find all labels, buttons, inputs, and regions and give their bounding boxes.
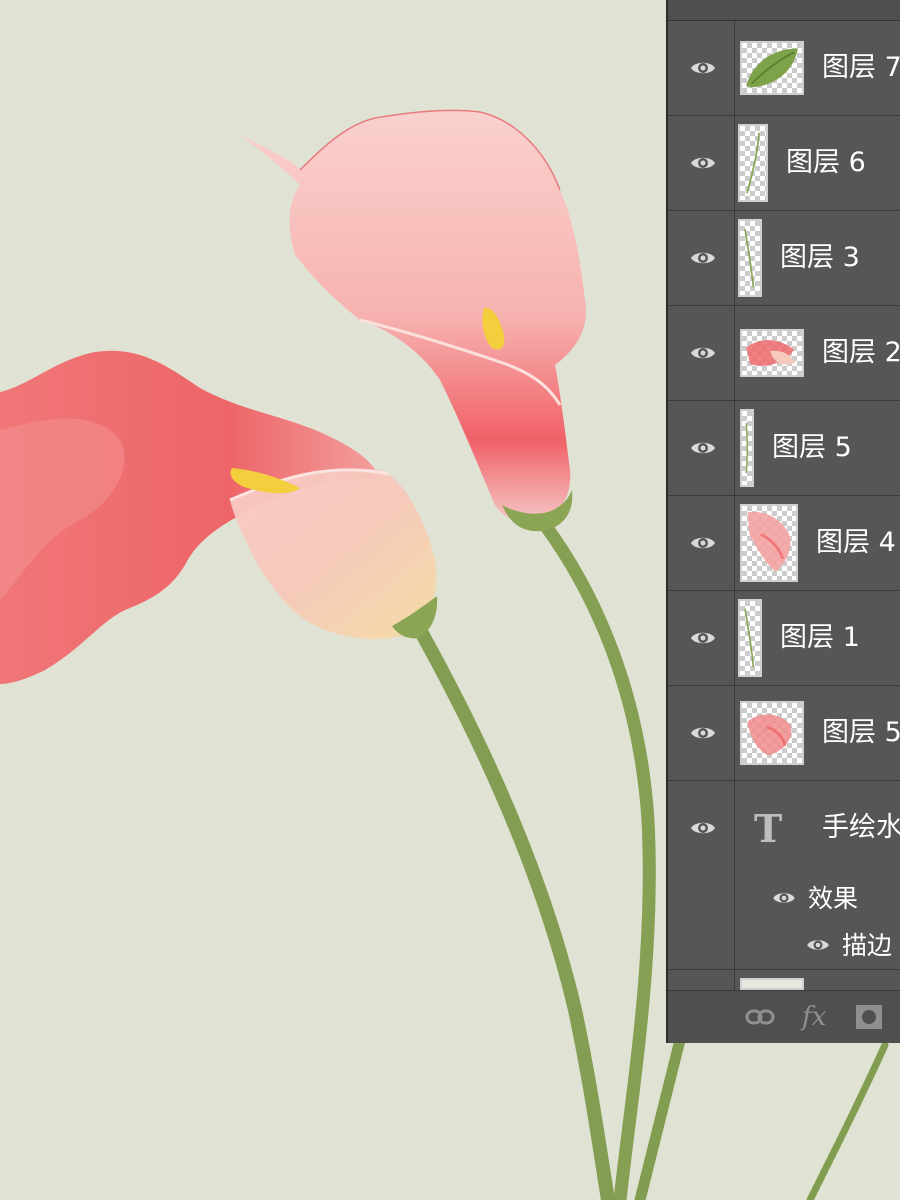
effects-label[interactable]: 效果 <box>808 884 858 914</box>
background-thumbnail <box>740 978 804 990</box>
left-lily-throat <box>230 469 437 640</box>
layer-row[interactable]: 图层 4 <box>668 496 900 591</box>
effects-eye-icon[interactable] <box>772 889 796 907</box>
layer-name[interactable]: 图层 3 <box>780 243 860 273</box>
layer-name[interactable]: 图层 2 <box>822 338 900 368</box>
text-layer-icon: T <box>754 806 783 851</box>
layer-row[interactable]: 图层 2 <box>668 306 900 401</box>
layer-row[interactable]: 图层 5 <box>668 401 900 496</box>
visibility-column <box>668 591 735 685</box>
layer-row[interactable]: 图层 5 <box>668 686 900 781</box>
visibility-column <box>668 686 735 780</box>
layer-name[interactable]: 图层 6 <box>786 148 866 178</box>
text-layer-row[interactable]: T 手绘水 效果 描边 <box>668 781 900 970</box>
visibility-column <box>668 116 735 210</box>
eye-icon[interactable] <box>690 438 716 458</box>
visibility-column <box>668 306 735 400</box>
flower-thumbnail <box>740 329 804 377</box>
layer-row[interactable]: 图层 3 <box>668 211 900 306</box>
eye-icon[interactable] <box>690 533 716 553</box>
eye-icon[interactable] <box>690 153 716 173</box>
visibility-column <box>668 211 735 305</box>
visibility-column <box>668 21 735 115</box>
eye-icon[interactable] <box>690 58 716 78</box>
layer-name[interactable]: 手绘水 <box>822 813 900 843</box>
mask-icon[interactable] <box>854 1001 884 1033</box>
stem-thumbnail <box>740 409 754 487</box>
layers-bottom-toolbar: fx <box>668 990 900 1043</box>
flower-thumbnail <box>740 701 804 765</box>
stem-thumbnail <box>738 124 768 202</box>
leaf-thumbnail <box>740 41 804 95</box>
fx-icon[interactable]: fx <box>802 1001 826 1033</box>
link-icon[interactable] <box>744 1001 776 1033</box>
eye-icon[interactable] <box>690 248 716 268</box>
flower-thumbnail <box>740 504 798 582</box>
stem-lower <box>634 1034 686 1200</box>
stem-left <box>413 623 615 1200</box>
stem-far-right <box>806 1041 889 1200</box>
panel-header <box>668 0 900 21</box>
stroke-eye-icon[interactable] <box>806 936 830 954</box>
layers-panel: 图层 7 图层 6 图层 3 图层 2 图层 5 图层 4 图层 1 图层 5 … <box>666 0 900 1043</box>
eye-icon[interactable] <box>690 818 716 838</box>
layer-name[interactable]: 图层 5 <box>772 433 852 463</box>
layer-name[interactable]: 图层 5 <box>822 718 900 748</box>
stroke-effect-label[interactable]: 描边 <box>842 931 892 961</box>
eye-icon[interactable] <box>690 628 716 648</box>
visibility-column <box>668 496 735 590</box>
layer-row[interactable]: 图层 7 <box>668 21 900 116</box>
stem-thumbnail <box>738 599 762 677</box>
visibility-column <box>668 781 735 969</box>
layer-row[interactable]: 图层 1 <box>668 591 900 686</box>
layer-name[interactable]: 图层 1 <box>780 623 860 653</box>
visibility-column <box>668 970 735 990</box>
eye-icon[interactable] <box>690 343 716 363</box>
layer-name[interactable]: 图层 7 <box>822 53 900 83</box>
layer-row[interactable]: 图层 6 <box>668 116 900 211</box>
stem-thumbnail <box>738 219 762 297</box>
eye-icon[interactable] <box>690 723 716 743</box>
visibility-column <box>668 401 735 495</box>
layer-name[interactable]: 图层 4 <box>816 528 896 558</box>
layer-row-partial[interactable] <box>668 970 900 991</box>
